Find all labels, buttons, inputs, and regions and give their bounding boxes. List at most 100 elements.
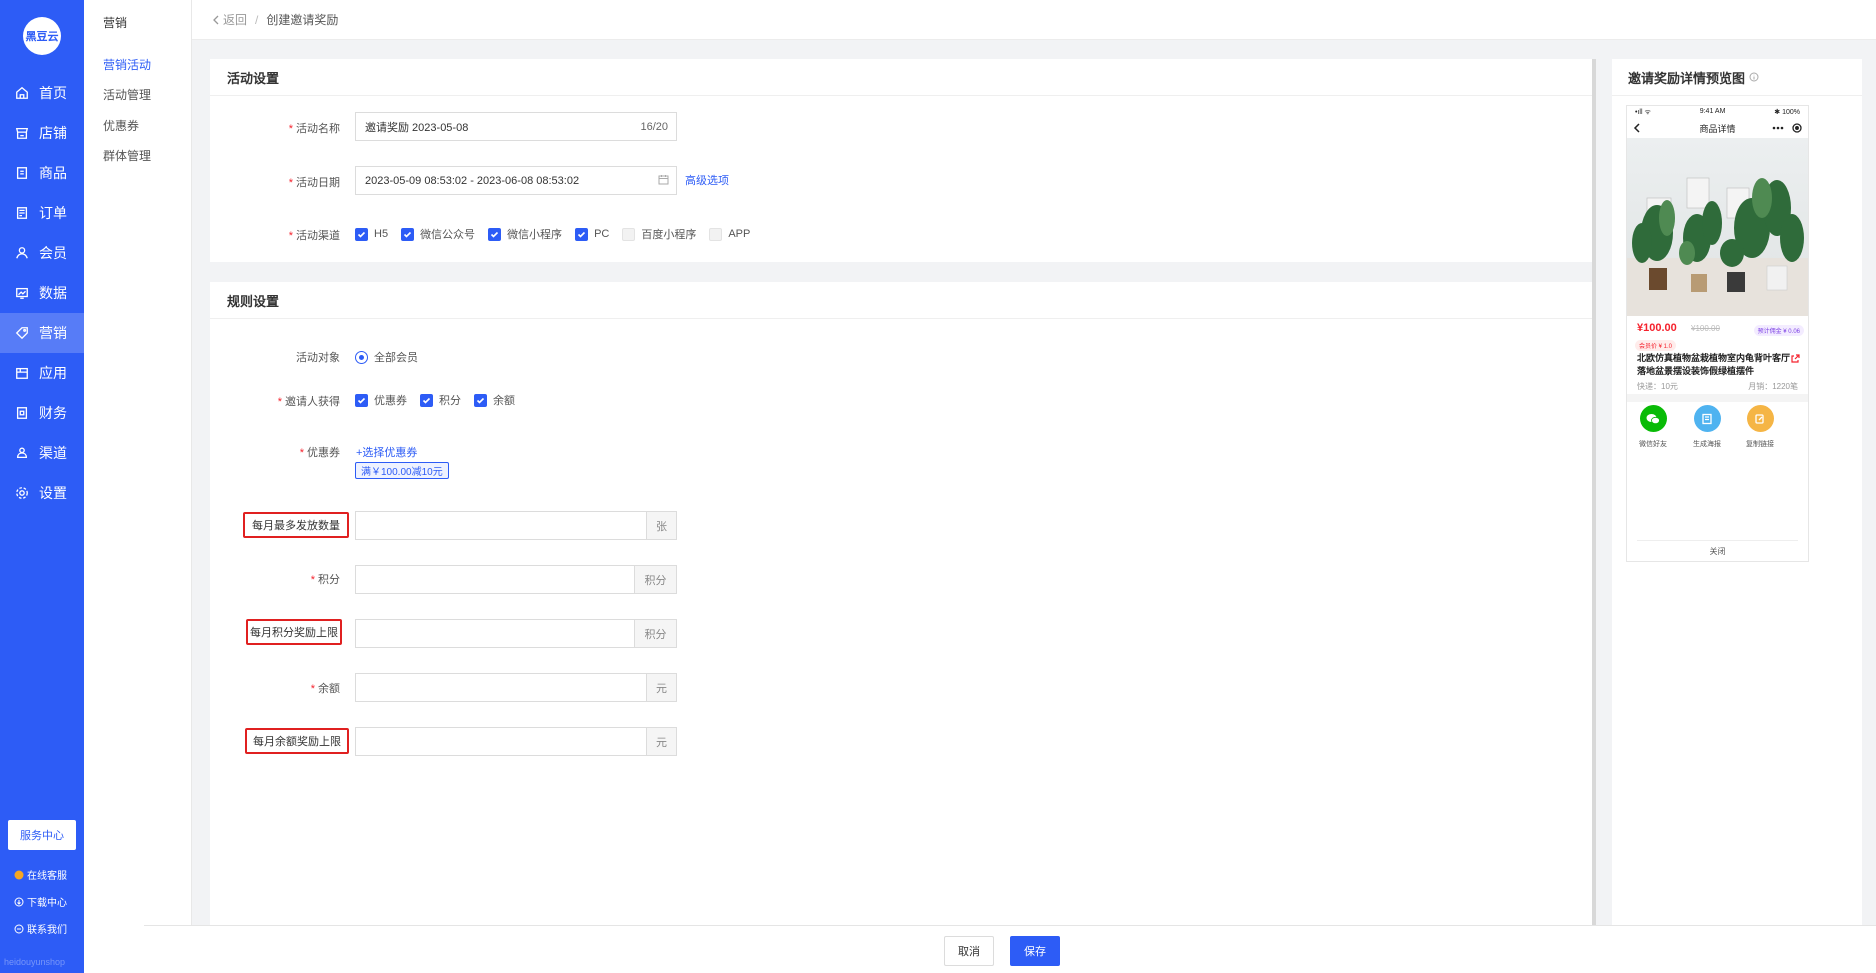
link-icon xyxy=(1746,405,1774,432)
order-icon xyxy=(16,207,28,219)
chat-icon xyxy=(14,924,24,933)
channel-icon xyxy=(16,447,28,459)
back-label: 返回 xyxy=(223,13,248,27)
home-icon xyxy=(16,86,28,99)
subnav-title: 营销 xyxy=(103,16,128,30)
checkbox-checked-icon xyxy=(474,393,487,407)
nav-label: 营销 xyxy=(39,325,67,341)
nav-item-settings[interactable]: 设置 xyxy=(0,473,84,513)
points-input[interactable]: 积分 xyxy=(355,565,677,594)
app-icon xyxy=(16,367,28,379)
breadcrumb-separator: / xyxy=(255,12,259,27)
gear-icon xyxy=(16,487,28,499)
channel-checkbox-h5[interactable]: H5 xyxy=(355,226,388,242)
coupon-label: * 优惠券 xyxy=(299,447,340,459)
channel-checkbox-pc[interactable]: PC xyxy=(575,226,609,242)
panel-splitter[interactable] xyxy=(1592,59,1596,925)
balance-cap-label: 每月余额奖励上限 xyxy=(245,728,349,754)
coupon-tag[interactable]: 满￥100.00减10元 xyxy=(355,462,449,479)
share-link-icon xyxy=(1791,354,1800,363)
activity-name-input[interactable]: 邀请奖励 2023-05-08 16/20 xyxy=(355,112,677,141)
subnav-item-activity-manage[interactable]: 活动管理 xyxy=(103,86,151,103)
info-icon xyxy=(1749,72,1759,82)
divider xyxy=(210,318,1592,319)
rule-settings-title: 规则设置 xyxy=(227,293,280,309)
phone-header: 商品详情 xyxy=(1627,120,1808,136)
nav-item-finance[interactable]: 财务 xyxy=(0,393,84,433)
brand-logo: 黑豆云 xyxy=(23,17,61,55)
reward-checkbox-balance[interactable]: 余额 xyxy=(474,392,515,408)
activity-date-label: * 活动日期 xyxy=(288,177,340,189)
select-coupon-link[interactable]: +选择优惠券 xyxy=(356,444,417,460)
sub-nav: 营销 营销活动 活动管理 优惠券 群体管理 xyxy=(84,0,192,973)
product-price: ¥100.00 xyxy=(1637,322,1677,334)
service-center-button[interactable]: 服务中心 xyxy=(8,820,76,850)
target-radio-all-members[interactable]: 全部会员 xyxy=(355,349,418,365)
nav-item-app[interactable]: 应用 xyxy=(0,353,84,393)
preview-panel: 邀请奖励详情预览图 •ıll ᯤ 9:41 AM ✱ 100% 商品详情 ¥10… xyxy=(1612,59,1862,925)
online-service-link[interactable]: 在线客服 xyxy=(14,867,67,882)
nav-label: 渠道 xyxy=(39,445,67,461)
activity-date-range-picker[interactable]: 2023-05-09 08:53:02 - 2023-06-08 08:53:0… xyxy=(355,166,677,195)
cancel-button[interactable]: 取消 xyxy=(944,936,994,966)
points-cap-label: 每月积分奖励上限 xyxy=(246,619,342,645)
nav-item-member[interactable]: 会员 xyxy=(0,233,84,273)
save-button[interactable]: 保存 xyxy=(1010,936,1060,966)
monthly-max-input[interactable]: 张 xyxy=(355,511,677,540)
nav-label: 店铺 xyxy=(39,125,67,141)
points-cap-input[interactable]: 积分 xyxy=(355,619,677,648)
checkbox-checked-icon xyxy=(401,227,415,241)
monthly-max-label: 每月最多发放数量 xyxy=(243,512,349,538)
nav-list: 首页 店铺 商品 订单 会员 数据 营销 应用 财务 渠道 设置 xyxy=(0,73,84,513)
divider xyxy=(210,95,1592,96)
channel-checkbox-baidu-mini[interactable]: 百度小程序 xyxy=(622,226,696,242)
share-poster-button[interactable]: 生成海报 xyxy=(1687,405,1727,449)
channel-checkbox-wechat-mini[interactable]: 微信小程序 xyxy=(488,226,562,242)
service-icon xyxy=(14,870,24,879)
breadcrumb-current: 创建邀请奖励 xyxy=(266,13,339,27)
nav-label: 财务 xyxy=(39,405,67,421)
nav-item-order[interactable]: 订单 xyxy=(0,193,84,233)
channel-checkbox-app[interactable]: APP xyxy=(709,226,750,242)
nav-item-store[interactable]: 店铺 xyxy=(0,113,84,153)
share-copy-link-button[interactable]: 复制链接 xyxy=(1740,405,1780,449)
download-center-link[interactable]: 下载中心 xyxy=(14,894,67,909)
product-old-price: ¥100.00 xyxy=(1691,324,1720,333)
subnav-item-marketing-activity[interactable]: 营销活动 xyxy=(103,56,151,73)
advanced-options-link[interactable]: 高级选项 xyxy=(685,172,729,188)
reward-checkbox-coupon[interactable]: 优惠券 xyxy=(355,392,407,408)
balance-cap-input[interactable]: 元 xyxy=(355,727,677,756)
nav-label: 应用 xyxy=(39,365,67,381)
nav-item-channel[interactable]: 渠道 xyxy=(0,433,84,473)
share-wechat-button[interactable]: 微信好友 xyxy=(1633,405,1673,449)
back-link[interactable]: 返回 xyxy=(212,11,247,28)
wechat-icon xyxy=(1639,405,1667,432)
points-label: * 积分 xyxy=(310,574,340,586)
checkbox-unchecked-icon xyxy=(622,227,636,241)
subnav-item-coupon[interactable]: 优惠券 xyxy=(103,117,139,134)
balance-cap-suffix: 元 xyxy=(646,727,677,756)
nav-item-home[interactable]: 首页 xyxy=(0,73,84,113)
contact-us-link[interactable]: 联系我们 xyxy=(14,921,67,936)
member-icon xyxy=(16,247,28,259)
product-name: 北欧仿真植物盆栽植物室内龟背叶客厅落地盆景摆设装饰假绿植摆件 xyxy=(1637,353,1791,376)
preview-close-button[interactable]: 关闭 xyxy=(1637,540,1798,557)
breadcrumb: 返回 / 创建邀请奖励 xyxy=(192,0,1876,40)
subnav-item-group-manage[interactable]: 群体管理 xyxy=(103,147,151,164)
nav-item-goods[interactable]: 商品 xyxy=(0,153,84,193)
balance-input[interactable]: 元 xyxy=(355,673,677,702)
nav-item-marketing[interactable]: 营销 xyxy=(0,313,84,353)
nav-item-data[interactable]: 数据 xyxy=(0,273,84,313)
activity-channel-label: * 活动渠道 xyxy=(288,230,340,242)
finance-icon xyxy=(16,407,28,419)
reward-checkbox-points[interactable]: 积分 xyxy=(420,392,461,408)
inviter-reward-checkbox-group: 优惠券 积分 余额 xyxy=(355,392,528,408)
contact-us-label: 联系我们 xyxy=(27,925,67,936)
calendar-icon xyxy=(658,175,669,185)
preview-title: 邀请奖励详情预览图 xyxy=(1628,59,1759,95)
footer-actions: 取消 保存 xyxy=(144,925,1876,973)
data-icon xyxy=(16,287,28,299)
checkbox-checked-icon xyxy=(355,393,368,407)
channel-checkbox-wechat-official[interactable]: 微信公众号 xyxy=(401,226,475,242)
divider xyxy=(1612,95,1862,96)
